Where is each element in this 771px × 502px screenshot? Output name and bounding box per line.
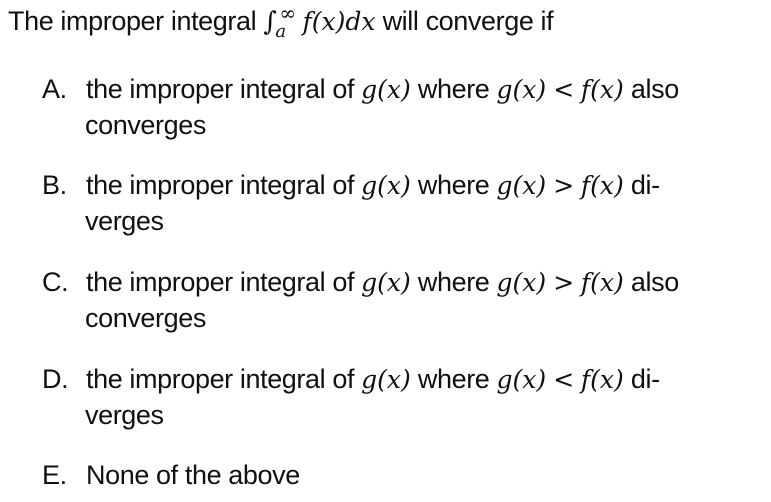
relation-symbol: > (553, 171, 574, 200)
option-label: E. (42, 460, 67, 490)
option-text: di- (630, 170, 660, 200)
option-c[interactable]: C. the improper integral of g(x) where g(… (42, 267, 679, 298)
option-text: where (417, 170, 490, 200)
relation-symbol: < (553, 365, 574, 394)
math-expr: g(x) (496, 75, 547, 104)
math-expr: g(x) (361, 365, 411, 394)
question-stem: The improper integral ∫ ∞ a f(x)dx will con… (8, 1, 554, 42)
math-expr: g(x) (361, 268, 411, 297)
option-text: where (417, 74, 490, 104)
option-c-continuation: converges (85, 303, 206, 333)
math-expr: g(x) (361, 171, 411, 200)
math-expr: g(x) (496, 365, 547, 394)
math-expr: f(x) (580, 365, 624, 394)
math-expr: f(x) (580, 268, 624, 297)
option-text: the improper integral of (86, 74, 355, 104)
option-a[interactable]: A. the improper integral of g(x) where g(… (42, 74, 679, 105)
option-text: None of the above (86, 460, 300, 490)
relation-symbol: < (553, 75, 574, 104)
math-expr: f(x) (580, 171, 624, 200)
option-text: the improper integral of (86, 170, 355, 200)
option-label: C. (42, 267, 69, 297)
question-suffix: will converge if (382, 6, 554, 36)
option-d-continuation: verges (85, 400, 164, 430)
math-expr: g(x) (496, 171, 547, 200)
option-b-continuation: verges (85, 206, 164, 236)
question-prefix: The improper integral (8, 6, 257, 36)
option-d[interactable]: D. the improper integral of g(x) where g(… (42, 364, 660, 395)
option-text: the improper integral of (86, 364, 355, 394)
option-text: the improper integral of (86, 267, 355, 297)
relation-symbol: > (553, 268, 574, 297)
math-expr: g(x) (496, 268, 547, 297)
option-text: also (630, 267, 679, 297)
integral-symbol: ∫ ∞ a (263, 1, 296, 42)
option-text: di- (630, 364, 660, 394)
lower-limit: a (275, 21, 286, 42)
option-text: where (417, 364, 490, 394)
option-text: where (417, 267, 490, 297)
option-a-continuation: converges (85, 110, 206, 140)
math-expr: g(x) (361, 75, 411, 104)
option-label: B. (42, 170, 67, 200)
option-e[interactable]: E. None of the above (42, 460, 300, 491)
option-b[interactable]: B. the improper integral of g(x) where g(… (42, 170, 660, 201)
math-expr: f(x) (580, 75, 624, 104)
option-text: also (630, 74, 679, 104)
option-label: D. (42, 364, 69, 394)
option-label: A. (42, 74, 67, 104)
integrand: f(x)dx (302, 7, 376, 36)
